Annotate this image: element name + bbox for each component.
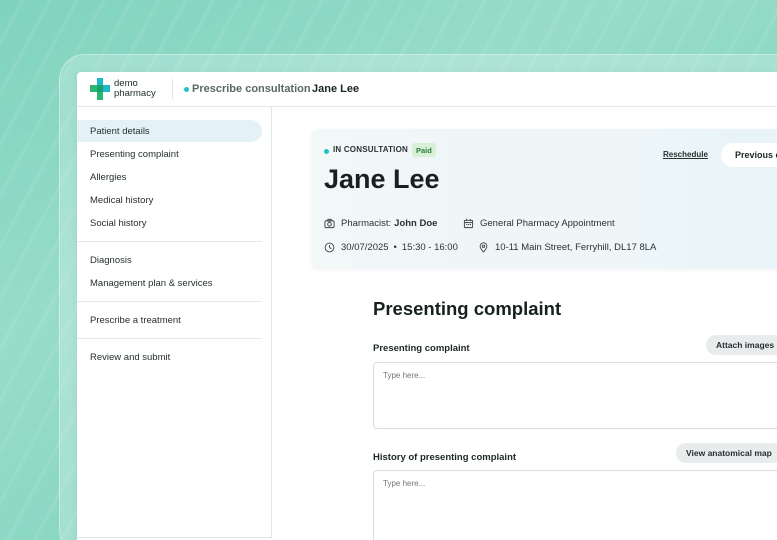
pharmacist-info: Pharmacist: John Doe xyxy=(324,218,437,229)
pharmacy-cross-logo-icon xyxy=(90,78,110,100)
camera-icon xyxy=(324,218,335,229)
top-header: demo pharmacy Prescribe consultation Jan… xyxy=(77,72,777,107)
sidebar-nav: Patient details Presenting complaint All… xyxy=(77,107,272,537)
sidebar-item-management-plan[interactable]: Management plan & services xyxy=(77,272,262,294)
appointment-date: 30/07/2025 xyxy=(341,242,389,253)
sidebar-item-diagnosis[interactable]: Diagnosis xyxy=(77,249,262,271)
appointment-time: 15:30 - 16:00 xyxy=(401,242,458,253)
logo[interactable]: demo pharmacy xyxy=(90,78,156,100)
attach-images-button[interactable]: Attach images xyxy=(706,335,777,355)
appointment-type-text: General Pharmacy Appointment xyxy=(480,218,615,229)
header-divider xyxy=(172,79,173,99)
logo-text: demo pharmacy xyxy=(114,79,156,99)
reschedule-link[interactable]: Reschedule xyxy=(663,150,708,159)
sidebar-item-social-history[interactable]: Social history xyxy=(77,212,262,234)
appointment-datetime: 30/07/2025 • 15:30 - 16:00 xyxy=(324,242,458,253)
sidebar-item-presenting-complaint[interactable]: Presenting complaint xyxy=(77,143,262,165)
pharmacy-address: 10-11 Main Street, Ferryhill, DL17 8LA xyxy=(478,242,656,253)
sidebar-divider xyxy=(77,338,262,339)
location-pin-icon xyxy=(479,242,488,253)
sidebar-item-review-submit[interactable]: Review and submit xyxy=(77,346,262,368)
logo-line-2: pharmacy xyxy=(114,88,156,99)
paid-badge: Paid xyxy=(412,143,436,157)
header-patient-name: Jane Lee xyxy=(312,83,360,95)
clock-icon xyxy=(324,242,335,253)
sidebar-item-medical-history[interactable]: Medical history xyxy=(77,189,262,211)
view-anatomical-map-button[interactable]: View anatomical map xyxy=(676,443,777,463)
sidebar-divider xyxy=(77,301,262,302)
date-time-separator: • xyxy=(393,242,397,253)
patient-name: Jane Lee xyxy=(324,164,440,194)
consultation-status: IN CONSULTATION xyxy=(333,145,408,154)
header-section-title: Prescribe consultation xyxy=(192,83,311,95)
calendar-icon xyxy=(463,218,474,229)
section-indicator-dot xyxy=(184,87,189,92)
pharmacist-name: John Doe xyxy=(394,218,438,229)
presenting-complaint-input[interactable] xyxy=(373,362,777,429)
pharmacist-label: Pharmacist: xyxy=(341,218,392,229)
sidebar-item-patient-details[interactable]: Patient details xyxy=(77,120,262,142)
form-title: Presenting complaint xyxy=(373,298,562,319)
app-window: demo pharmacy Prescribe consultation Jan… xyxy=(77,72,777,540)
sidebar-divider xyxy=(77,241,262,242)
appointment-type: General Pharmacy Appointment xyxy=(463,218,615,229)
history-complaint-input[interactable] xyxy=(373,470,777,540)
status-dot xyxy=(324,149,329,154)
sidebar-item-allergies[interactable]: Allergies xyxy=(77,166,262,188)
sidebar-bottom-border xyxy=(77,537,272,538)
address-text: 10-11 Main Street, Ferryhill, DL17 8LA xyxy=(495,242,657,253)
consultation-card: IN CONSULTATION Paid Reschedule Previous… xyxy=(311,129,777,269)
presenting-complaint-label: Presenting complaint xyxy=(373,343,470,354)
sidebar-item-prescribe-treatment[interactable]: Prescribe a treatment xyxy=(77,309,262,331)
previous-consultations-button[interactable]: Previous c xyxy=(721,143,777,167)
history-complaint-label: History of presenting complaint xyxy=(373,452,517,463)
